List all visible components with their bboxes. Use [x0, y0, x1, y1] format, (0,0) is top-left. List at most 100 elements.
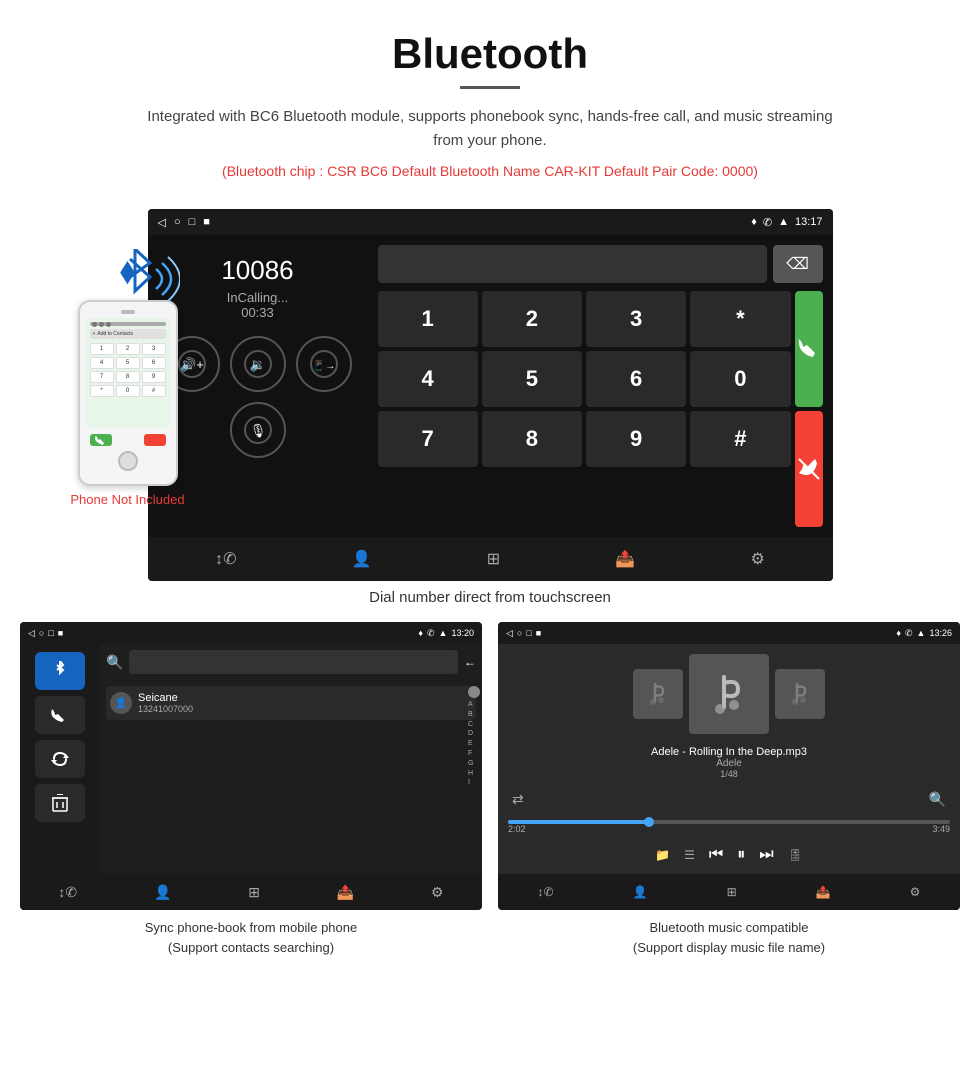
dialpad-icon[interactable]: ⊞ [487, 549, 500, 569]
key-3[interactable]: 3 [586, 291, 686, 347]
key-hash[interactable]: # [690, 411, 790, 467]
key-7[interactable]: 7 [378, 411, 478, 467]
contacts-icon[interactable]: 👤 [352, 549, 372, 569]
phone-device: +Add to Contacts 123 456 789 *0# [78, 300, 178, 486]
pb-body: 🔍 ← 👤 Seicane 13241007000 [20, 644, 482, 874]
call-timer: 00:33 [241, 305, 274, 320]
status-bar-right: ♦ ✆ ▲ 13:17 [751, 216, 822, 229]
page-header: Bluetooth Integrated with BC6 Bluetooth … [0, 0, 980, 209]
music-progress-section: 2:02 3:49 [508, 820, 950, 834]
pb-settings-nav[interactable]: ⚙ [431, 884, 444, 901]
end-call-button[interactable] [795, 411, 823, 527]
recent-calls-icon[interactable]: ↕✆ [215, 549, 236, 569]
alpha-g: G [468, 759, 480, 769]
search-bar[interactable] [129, 650, 458, 674]
key-6[interactable]: 6 [586, 351, 686, 407]
alphabet-list: A B C D E F G H I [468, 686, 480, 788]
android-status-bar: ◁ ○ □ ■ ♦ ✆ ▲ 13:17 [148, 209, 833, 235]
total-time: 3:49 [932, 824, 950, 834]
main-keypad: 1 2 3 * 4 5 6 0 7 8 [378, 291, 791, 527]
bluetooth-waves-svg [100, 249, 180, 309]
phone-not-included-label: Phone Not Included [50, 492, 205, 507]
volume-down-button[interactable]: 🔉 [230, 336, 286, 392]
key-4[interactable]: 4 [378, 351, 478, 407]
dial-input-field[interactable] [378, 245, 767, 283]
music-progress-fill [508, 820, 649, 824]
album-art-main [689, 654, 769, 734]
search-music-icon[interactable]: 🔍 [929, 791, 946, 808]
calling-status: InCalling... [227, 290, 288, 305]
music-nav-3[interactable]: ⊞ [727, 885, 737, 899]
music-nav-2[interactable]: 👤 [633, 885, 648, 899]
music-screen: ◁ ○ □ ■ ♦ ✆ ▲ 13:26 [498, 622, 960, 910]
bluetooth-nav-btn[interactable] [35, 652, 85, 690]
key-2[interactable]: 2 [482, 291, 582, 347]
settings-icon[interactable]: ⚙ [751, 549, 765, 569]
contact-avatar: 👤 [110, 692, 132, 714]
pb-contacts-nav[interactable]: 👤 [154, 884, 171, 901]
phone-bottom-controls [86, 434, 170, 446]
music-artist: Adele [651, 758, 807, 769]
back-arrow-icon: ← [464, 655, 476, 669]
play-pause-btn[interactable]: ⏸ [737, 846, 745, 864]
key-8[interactable]: 8 [482, 411, 582, 467]
alpha-h: H [468, 769, 480, 779]
pb-main-content: 🔍 ← 👤 Seicane 13241007000 [100, 644, 482, 874]
key-5[interactable]: 5 [482, 351, 582, 407]
phone-illustration: ⬧ + [50, 249, 205, 507]
folder-icon[interactable]: 📁 [655, 848, 670, 862]
mute-button[interactable]: 🎙 [230, 402, 286, 458]
android-navbar: ↕✆ 👤 ⊞ 📤 ⚙ [148, 537, 833, 581]
transfer-nav-icon[interactable]: 📤 [615, 549, 635, 569]
contact-number: 13241007000 [138, 704, 193, 714]
prev-track-btn[interactable]: ⏮ [709, 846, 723, 864]
alpha-b: B [468, 710, 480, 720]
search-icon: 🔍 [106, 654, 123, 671]
pb-back-icon: ◁ [28, 628, 35, 639]
contact-info: Seicane 13241007000 [138, 692, 193, 714]
pb-dialpad-nav[interactable]: ⊞ [248, 884, 260, 901]
music-body: Adele - Rolling In the Deep.mp3 Adele 1/… [498, 644, 960, 874]
music-nav-4[interactable]: 📤 [816, 885, 831, 899]
delete-btn[interactable] [35, 784, 85, 822]
alpha-d: D [468, 729, 480, 739]
transfer-button[interactable]: 📱→ [296, 336, 352, 392]
pb-recent-calls-nav[interactable]: ↕✆ [58, 884, 77, 901]
bottom-screens: ◁ ○ □ ■ ♦ ✆ ▲ 13:20 [0, 622, 980, 957]
music-call-icon: ✆ [905, 628, 913, 639]
answer-button[interactable] [795, 291, 823, 407]
music-notif-icon: ■ [536, 628, 541, 639]
playlist-icon[interactable]: ☰ [684, 848, 695, 862]
shuffle-icon[interactable]: ⇄ [512, 791, 524, 808]
next-track-btn[interactable]: ⏭ [759, 846, 773, 864]
alpha-a: A [468, 700, 480, 710]
key-9[interactable]: 9 [586, 411, 686, 467]
music-nav-1[interactable]: ↕✆ [538, 885, 554, 899]
key-star[interactable]: * [690, 291, 790, 347]
music-location-icon: ♦ [896, 628, 901, 639]
music-progress-bar[interactable] [508, 820, 950, 824]
dial-android-screen: ◁ ○ □ ■ ♦ ✆ ▲ 13:17 10086 InCalling... 0… [148, 209, 833, 581]
album-art-area [633, 654, 825, 734]
alpha-dot [468, 686, 480, 698]
sync-btn[interactable] [35, 740, 85, 778]
equalizer-icon[interactable]: 🎚 [788, 848, 803, 862]
phonebook-caption-text: Sync phone-book from mobile phone(Suppor… [145, 920, 357, 955]
pb-transfer-nav[interactable]: 📤 [337, 884, 354, 901]
music-nav-5[interactable]: ⚙ [910, 885, 921, 899]
music-caption: Bluetooth music compatible(Support displ… [633, 918, 825, 957]
backspace-button[interactable]: ⌫ [773, 245, 823, 283]
phone-call-btn[interactable] [35, 696, 85, 734]
contact-row[interactable]: 👤 Seicane 13241007000 [106, 686, 476, 720]
dial-input-row: ⌫ [378, 245, 823, 283]
music-song-title: Adele - Rolling In the Deep.mp3 [651, 746, 807, 758]
phone-home-button [118, 451, 138, 471]
music-time-row: 2:02 3:49 [508, 824, 950, 834]
alpha-f: F [468, 749, 480, 759]
music-column: ◁ ○ □ ■ ♦ ✆ ▲ 13:26 [498, 622, 960, 957]
key-0[interactable]: 0 [690, 351, 790, 407]
alpha-c: C [468, 720, 480, 730]
music-home-icon: ○ [517, 628, 522, 639]
key-1[interactable]: 1 [378, 291, 478, 347]
pb-navbar: ↕✆ 👤 ⊞ 📤 ⚙ [20, 874, 482, 910]
